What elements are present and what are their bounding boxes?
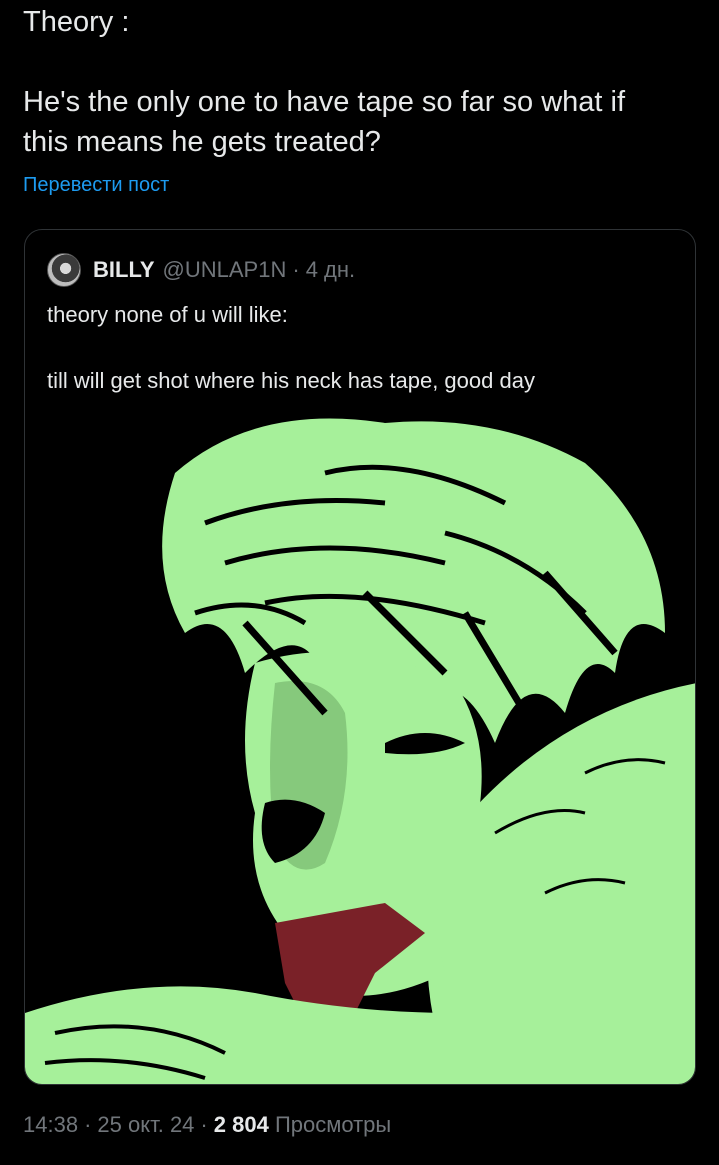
- translate-post-link[interactable]: Перевести пост: [23, 174, 169, 197]
- quoted-author-handle[interactable]: @UNLAP1N: [163, 257, 287, 283]
- quoted-post-card[interactable]: BILLY @UNLAP1N · 4 дн. theory none of u …: [24, 229, 696, 1085]
- post-meta: 14:38 · 25 окт. 24 · 2 804 Просмотры: [23, 1112, 391, 1138]
- avatar[interactable]: [47, 253, 81, 287]
- post-text-line: Theory :: [23, 6, 130, 38]
- post-time[interactable]: 14:38: [23, 1112, 78, 1137]
- quoted-author-name[interactable]: BILLY: [93, 257, 155, 283]
- quoted-post-age[interactable]: 4 дн.: [306, 257, 355, 283]
- quoted-post-image[interactable]: [25, 413, 695, 1084]
- meta-separator: ·: [84, 1112, 92, 1137]
- post-date[interactable]: 25 окт. 24: [97, 1112, 194, 1137]
- views-label[interactable]: Просмотры: [275, 1112, 391, 1137]
- header-separator: ·: [292, 257, 300, 282]
- quoted-text-line: till will get shot where his neck has ta…: [47, 368, 535, 393]
- post-text-gap: [23, 42, 703, 82]
- meta-separator: ·: [200, 1112, 208, 1137]
- post-body: Theory : He's the only one to have tape …: [23, 2, 703, 162]
- quoted-post-text: theory none of u will like: till will ge…: [47, 300, 677, 396]
- views-count[interactable]: 2 804: [214, 1112, 269, 1137]
- post-text-line: He's the only one to have tape so far so…: [23, 86, 626, 118]
- artwork-image: [25, 413, 695, 1084]
- post-text-line: this means he gets treated?: [23, 126, 381, 158]
- quoted-text-gap: [47, 330, 677, 366]
- quoted-text-line: theory none of u will like:: [47, 302, 288, 327]
- quoted-post-header: BILLY @UNLAP1N · 4 дн.: [47, 252, 355, 288]
